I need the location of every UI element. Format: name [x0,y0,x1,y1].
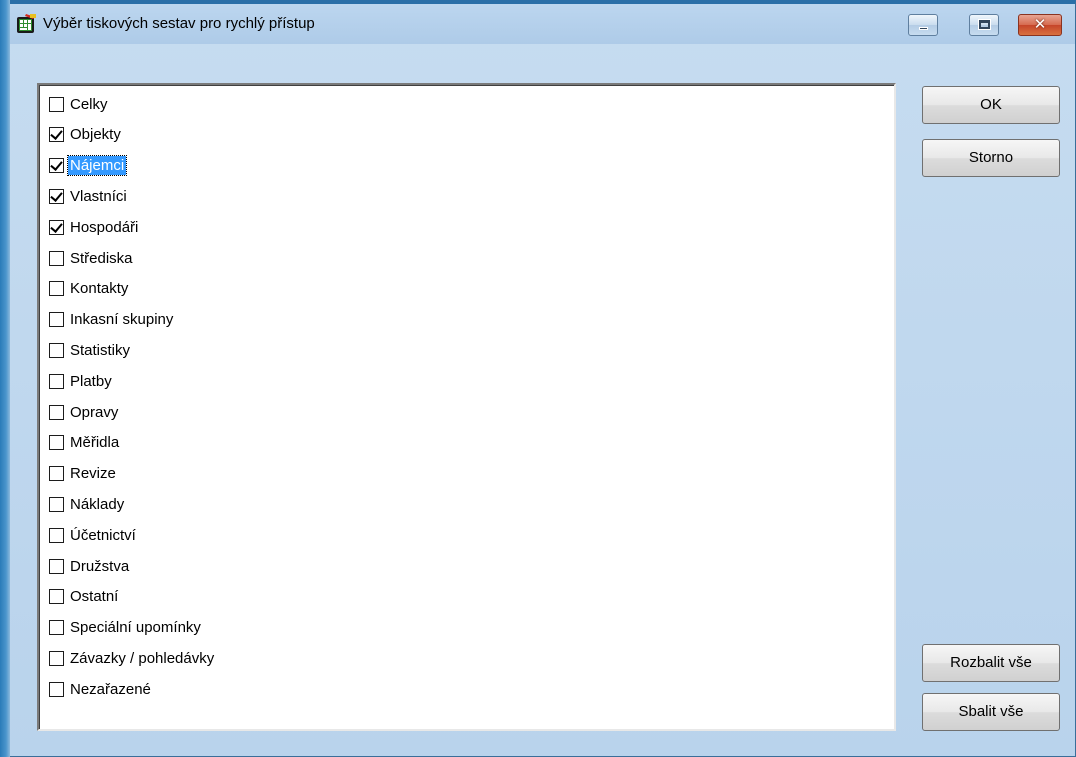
dialog-window: Výběr tiskových sestav pro rychlý přístu… [0,0,1076,757]
list-item-label: Měřidla [70,434,120,452]
list-item-label: Objekty [70,126,121,144]
list-item[interactable]: Celky [49,93,110,115]
list-item-checkbox[interactable] [49,589,64,605]
list-item[interactable]: Revize [49,463,118,485]
list-item-checkbox[interactable] [49,312,64,328]
list-item-label: Nezařazené [70,680,151,698]
list-item[interactable]: Statistiky [49,339,132,361]
list-item[interactable]: Nezařazené [49,678,153,700]
list-item-checkbox[interactable] [49,158,64,174]
list-item-label: Platby [70,372,112,390]
cancel-button[interactable]: Storno [922,139,1060,177]
list-item-label: Nájemci [66,155,128,177]
title-bar[interactable]: Výběr tiskových sestav pro rychlý přístu… [1,4,1075,44]
list-item[interactable]: Závazky / pohledávky [49,647,216,669]
maximize-icon [979,20,990,29]
list-item[interactable]: Platby [49,370,114,392]
list-item-label: Revize [70,465,116,483]
list-item[interactable]: Objekty [49,124,123,146]
close-button[interactable]: ✕ [1018,14,1062,36]
list-item-checkbox[interactable] [49,466,64,482]
minimize-icon [919,27,928,30]
list-item[interactable]: Nájemci [49,155,128,177]
list-item[interactable]: Opravy [49,401,120,423]
list-item-checkbox[interactable] [49,373,64,389]
list-item-label: Inkasní skupiny [70,311,174,329]
list-item[interactable]: Kontakty [49,278,130,300]
list-item-label: Účetnictví [70,526,136,544]
list-item-checkbox[interactable] [49,620,64,636]
list-item-label: Ostatní [70,588,119,606]
ok-button[interactable]: OK [922,86,1060,124]
list-item-label: Střediska [70,249,133,267]
report-checklist[interactable]: Celky Objekty Nájemci Vlastníci Hospodáři Stř… [37,83,896,731]
list-item-checkbox[interactable] [49,558,64,574]
calculator-app-icon [17,14,36,33]
list-item[interactable]: Speciální upomínky [49,617,203,639]
list-item-checkbox[interactable] [49,435,64,451]
list-item-checkbox[interactable] [49,96,64,112]
list-item[interactable]: Měřidla [49,432,121,454]
list-item-label: Opravy [70,403,119,421]
window-title: Výběr tiskových sestav pro rychlý přístu… [43,15,315,32]
list-item[interactable]: Ostatní [49,586,120,608]
list-item-checkbox[interactable] [49,188,64,204]
list-item-checkbox[interactable] [49,404,64,420]
list-item-checkbox[interactable] [49,250,64,266]
list-item-label: Hospodáři [70,218,139,236]
collapse-all-button[interactable]: Sbalit vše [922,693,1060,731]
list-item[interactable]: Vlastníci [49,185,129,207]
list-item-label: Družstva [70,557,130,575]
list-item-checkbox[interactable] [49,342,64,358]
list-item-label: Speciální upomínky [70,619,201,637]
list-item-checkbox[interactable] [49,527,64,543]
list-item-checkbox[interactable] [49,650,64,666]
list-item-label: Závazky / pohledávky [70,649,215,667]
list-item-label: Vlastníci [70,187,127,205]
list-item-checkbox[interactable] [49,127,64,143]
list-item[interactable]: Účetnictví [49,524,138,546]
list-item-checkbox[interactable] [49,681,64,697]
list-item[interactable]: Hospodáři [49,216,140,238]
list-item-checkbox[interactable] [49,496,64,512]
list-item-label: Celky [70,95,108,113]
maximize-button[interactable] [969,14,999,36]
list-item[interactable]: Inkasní skupiny [49,309,175,331]
list-item-checkbox[interactable] [49,219,64,235]
list-item-label: Náklady [70,495,125,513]
expand-all-button[interactable]: Rozbalit vše [922,644,1060,682]
list-item-label: Statistiky [70,341,131,359]
window-frame-left [0,0,10,757]
close-icon: ✕ [1033,16,1047,33]
list-item[interactable]: Družstva [49,555,131,577]
list-item-checkbox[interactable] [49,281,64,297]
list-item[interactable]: Střediska [49,247,135,269]
minimize-button[interactable] [908,14,938,36]
list-item[interactable]: Náklady [49,493,126,515]
list-item-label: Kontakty [70,280,129,298]
